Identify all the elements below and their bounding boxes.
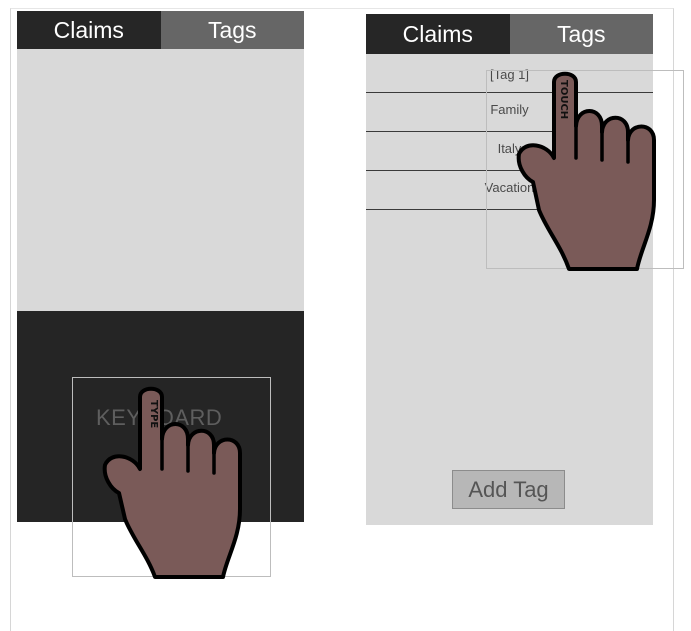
- tag-list-item[interactable]: Family: [366, 93, 653, 132]
- right-tab-bar: Claims Tags: [366, 14, 653, 54]
- tag-list-item[interactable]: [Tag 1]: [366, 55, 653, 93]
- left-tab-bar: Claims Tags: [17, 11, 304, 49]
- tag-list-item[interactable]: Vacation: [366, 171, 653, 210]
- tag-label: Family: [490, 102, 529, 117]
- keyboard-label: KEYBOARD: [96, 405, 223, 430]
- tag-label: Italy: [497, 141, 522, 156]
- add-tag-button[interactable]: Add Tag: [452, 470, 565, 509]
- tag-list-item[interactable]: Italy: [366, 132, 653, 171]
- tab-claims[interactable]: Claims: [17, 11, 161, 49]
- right-phone-screen: Claims Tags [Tag 1] Family Italy Vacatio…: [366, 14, 653, 525]
- left-phone-screen: Claims Tags KEYBOARD: [17, 11, 304, 522]
- tab-tags[interactable]: Tags: [509, 14, 653, 54]
- tab-claims[interactable]: Claims: [366, 14, 510, 54]
- keyboard-area[interactable]: KEYBOARD: [17, 311, 304, 522]
- tag-label: [Tag 1]: [489, 67, 530, 82]
- tab-tags[interactable]: Tags: [160, 11, 304, 49]
- tag-label: Vacation: [484, 180, 535, 195]
- tag-list: [Tag 1] Family Italy Vacation: [366, 55, 653, 210]
